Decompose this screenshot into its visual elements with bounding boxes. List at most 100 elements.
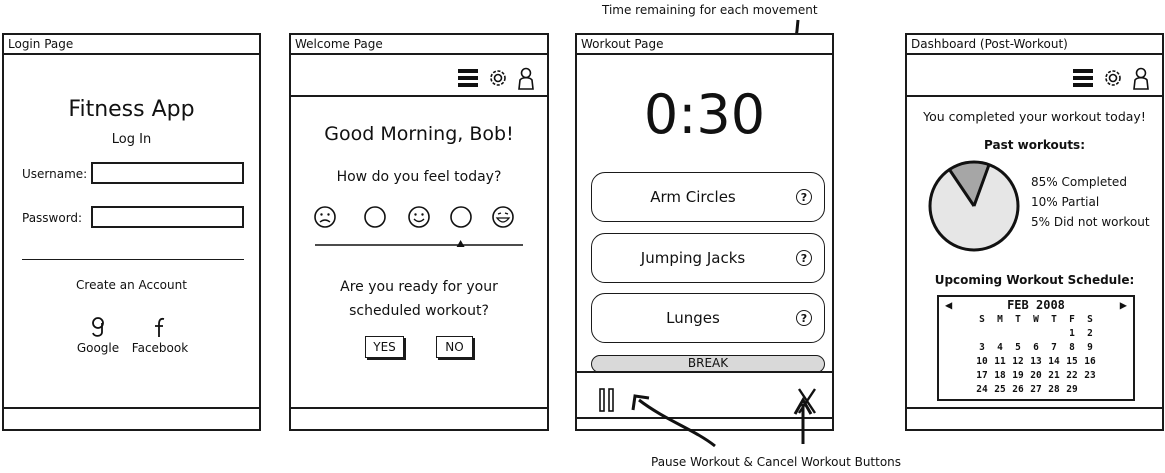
calendar-weekday: T: [1051, 314, 1057, 325]
mood-question: How do you feel today?: [336, 169, 502, 185]
toolbar: [457, 65, 535, 91]
password-label: Password:: [22, 211, 83, 225]
movement-name: Jumping Jacks: [640, 249, 746, 267]
frame-title: Login Page: [4, 35, 259, 55]
no-button[interactable]: NO: [436, 336, 473, 358]
calendar-day[interactable]: 3: [974, 341, 990, 355]
help-icon[interactable]: ?: [796, 189, 812, 205]
movement-name: Lunges: [666, 309, 720, 327]
calendar-weekday: W: [1033, 314, 1039, 325]
calendar-day[interactable]: 25: [992, 383, 1008, 397]
smile-face-icon: [408, 206, 430, 228]
calendar-day[interactable]: 6: [1028, 341, 1044, 355]
calendar-day: [1046, 327, 1062, 341]
calendar-day: [992, 327, 1008, 341]
movement-card-lunges[interactable]: Lunges ?: [591, 293, 825, 343]
calendar-day: [1010, 327, 1026, 341]
movement-card-arm-circles[interactable]: Arm Circles ?: [591, 172, 825, 222]
calendar-day[interactable]: 21: [1046, 369, 1062, 383]
past-workouts-pie-chart: [928, 160, 1020, 252]
calendar-day[interactable]: 14: [1046, 355, 1062, 369]
calendar-day[interactable]: 18: [992, 369, 1008, 383]
username-label: Username:: [22, 167, 88, 181]
ready-question-line2: scheduled workout?: [349, 303, 489, 319]
frame-footer: [4, 407, 259, 429]
upcoming-schedule-heading: Upcoming Workout Schedule:: [934, 273, 1135, 287]
calendar-day: [1082, 383, 1098, 397]
legend-did-not-workout: 5% Did not workout: [1031, 215, 1150, 229]
movement-card-jumping-jacks[interactable]: Jumping Jacks ?: [591, 233, 825, 283]
neutral-circle-icon: [364, 206, 386, 228]
annotation-arrows-bottom: [631, 394, 813, 448]
timer-display: 0:30: [643, 83, 766, 146]
username-input[interactable]: [91, 162, 244, 184]
toolbar: [1072, 65, 1150, 91]
calendar-day[interactable]: 8: [1064, 341, 1080, 355]
help-icon[interactable]: ?: [796, 310, 812, 326]
google-icon: [92, 317, 104, 337]
mood-scale: [314, 206, 514, 228]
greeting-heading: Good Morning, Bob!: [324, 123, 514, 145]
calendar-day[interactable]: 1: [1064, 327, 1080, 341]
calendar-day[interactable]: 26: [1010, 383, 1026, 397]
calendar-day[interactable]: 23: [1082, 369, 1098, 383]
calendar-day[interactable]: 12: [1010, 355, 1026, 369]
pie-legend: 85% Completed 10% Partial 5% Did not wor…: [1031, 172, 1150, 232]
pause-icon[interactable]: [597, 387, 617, 413]
legend-completed: 85% Completed: [1031, 175, 1127, 189]
movement-name: Arm Circles: [650, 188, 736, 206]
dashboard-frame: Dashboard (Post-Workout) You completed y…: [905, 33, 1164, 431]
yes-button[interactable]: YES: [365, 336, 404, 358]
calendar-day[interactable]: 9: [1082, 341, 1098, 355]
help-icon[interactable]: ?: [796, 250, 812, 266]
calendar-weekday: S: [979, 314, 985, 325]
prev-month-icon[interactable]: ◀: [945, 298, 952, 312]
facebook-login-button[interactable]: Facebook: [130, 316, 190, 355]
past-workouts-heading: Past workouts:: [984, 138, 1085, 152]
calendar-day[interactable]: 10: [974, 355, 990, 369]
calendar-day[interactable]: 15: [1064, 355, 1080, 369]
frame-title: Welcome Page: [291, 35, 547, 55]
controls-rule: [577, 371, 832, 373]
calendar-day[interactable]: 19: [1010, 369, 1026, 383]
hamburger-menu-icon[interactable]: [1072, 66, 1094, 90]
calendar-day[interactable]: 2: [1082, 327, 1098, 341]
google-login-button[interactable]: Google: [72, 316, 124, 355]
controls-annotation: Pause Workout & Cancel Workout Buttons: [651, 455, 902, 469]
google-label: Google: [76, 341, 120, 355]
login-heading: Log In: [111, 132, 152, 147]
gear-icon[interactable]: [1102, 66, 1124, 90]
calendar-day[interactable]: 29: [1064, 383, 1080, 397]
calendar-day[interactable]: 28: [1046, 383, 1062, 397]
mood-slider[interactable]: [313, 237, 525, 251]
mood-slider-thumb[interactable]: [456, 240, 465, 247]
calendar-day[interactable]: 4: [992, 341, 1008, 355]
hamburger-menu-icon[interactable]: [457, 66, 479, 90]
calendar-day[interactable]: 16: [1082, 355, 1098, 369]
calendar-day[interactable]: 27: [1028, 383, 1044, 397]
calendar-month-year: FEB 2008: [1007, 298, 1065, 312]
calendar-widget[interactable]: ◀ FEB 2008 ▶ S M T W T F S 1 2 3 4 5 6 7 8 9 10 11 12 13 14 1…: [937, 295, 1135, 401]
calendar-day[interactable]: 5: [1010, 341, 1026, 355]
next-month-icon[interactable]: ▶: [1120, 298, 1127, 312]
calendar-day[interactable]: 17: [974, 369, 990, 383]
user-profile-icon[interactable]: [1132, 66, 1150, 90]
empty-circle-icon: [450, 206, 472, 228]
divider: [22, 259, 244, 260]
password-input[interactable]: [91, 206, 244, 228]
calendar-day: [1028, 327, 1044, 341]
calendar-day[interactable]: 11: [992, 355, 1008, 369]
header-rule: [907, 95, 1162, 97]
gear-icon[interactable]: [487, 66, 509, 90]
calendar-day[interactable]: 24: [974, 383, 990, 397]
timer-annotation: Time remaining for each movement: [602, 3, 818, 17]
calendar-day[interactable]: 7: [1046, 341, 1062, 355]
user-profile-icon[interactable]: [517, 66, 535, 90]
facebook-icon: [155, 317, 165, 337]
calendar-day[interactable]: 20: [1028, 369, 1044, 383]
calendar-day[interactable]: 22: [1064, 369, 1080, 383]
sad-face-icon: [314, 206, 336, 228]
calendar-day[interactable]: 13: [1028, 355, 1044, 369]
calendar-weekday: M: [997, 314, 1003, 325]
create-account-link[interactable]: Create an Account: [4, 278, 259, 292]
